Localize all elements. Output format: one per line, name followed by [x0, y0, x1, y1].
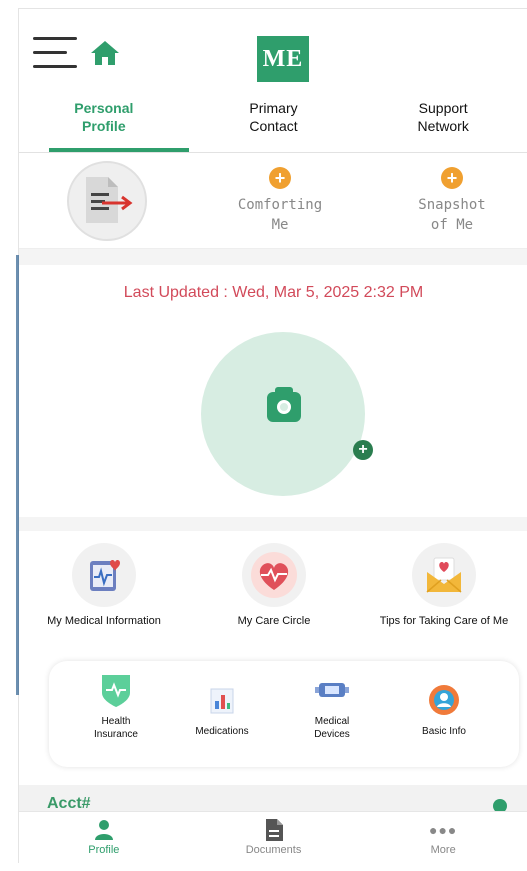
- medical-clipboard-icon: [72, 543, 136, 607]
- tab-label-line1: Personal: [74, 100, 134, 116]
- info-label: Tips for Taking Care of Me: [379, 615, 509, 627]
- plus-icon: +: [441, 167, 463, 189]
- card-label-line2: Insurance: [94, 729, 138, 740]
- camera-icon: [267, 387, 301, 422]
- info-label: My Medical Information: [47, 615, 161, 627]
- side-accent-line: [16, 255, 19, 695]
- person-icon: [19, 818, 189, 842]
- top-bar: ME: [19, 9, 527, 94]
- tab-support-network[interactable]: Support Network: [358, 97, 527, 152]
- medical-devices-button[interactable]: Medical Devices: [277, 671, 387, 741]
- subtab-label-line2: Me: [271, 217, 289, 233]
- app-logo: ME: [257, 36, 309, 82]
- subtab-snapshot-of-me[interactable]: + Snapshot of Me: [387, 161, 517, 235]
- tab-label-line1: Support: [418, 100, 468, 116]
- subtab-label-line2: of Me: [430, 217, 474, 233]
- nav-label: More: [430, 844, 456, 856]
- profile-photo[interactable]: +: [201, 332, 373, 496]
- card-label-line1: Medical: [314, 716, 350, 727]
- section-divider: [19, 249, 527, 265]
- heart-circle-icon: [242, 543, 306, 607]
- home-icon[interactable]: [89, 39, 121, 67]
- app-screen: ME Personal Profile Primary Contact Supp…: [18, 8, 527, 863]
- tab-label-line2: Network: [417, 118, 469, 134]
- envelope-heart-icon: [412, 543, 476, 607]
- profile-tabs: Personal Profile Primary Contact Support…: [19, 97, 527, 153]
- quick-links-card: Health Insurance Medications Medical Dev…: [49, 661, 519, 767]
- subtab-row: + Comforting Me + Snapshot of Me: [19, 155, 527, 249]
- document-export-icon: [86, 177, 133, 223]
- tab-label-line2: Profile: [82, 118, 126, 134]
- bottom-nav: Profile Documents ●●● More: [19, 811, 527, 863]
- medications-button[interactable]: Medications: [167, 681, 277, 738]
- shield-pulse-icon: [97, 671, 135, 709]
- more-dots-icon: ●●●: [428, 822, 458, 838]
- nav-label: Profile: [88, 844, 120, 856]
- document-export-button[interactable]: [67, 161, 147, 241]
- tab-label-line1: Primary: [249, 100, 298, 116]
- subtab-label-line1: Comforting: [237, 197, 323, 213]
- nav-documents[interactable]: Documents: [189, 812, 359, 863]
- medications-icon: [203, 681, 241, 719]
- health-insurance-button[interactable]: Health Insurance: [61, 671, 171, 741]
- plus-icon: +: [269, 167, 291, 189]
- subtab-label-line1: Snapshot: [418, 197, 486, 213]
- add-photo-icon[interactable]: +: [353, 440, 373, 460]
- card-label-line1: Medications: [195, 726, 249, 737]
- medical-device-icon: [313, 671, 351, 709]
- card-label-line1: Health: [101, 716, 131, 727]
- nav-label: Documents: [245, 844, 302, 856]
- subtab-comforting-me[interactable]: + Comforting Me: [215, 161, 345, 235]
- nav-more[interactable]: ●●● More: [358, 812, 527, 863]
- info-shortcuts: My Medical Information My Care Circle Ti…: [19, 537, 527, 627]
- id-card-icon: [425, 681, 463, 719]
- basic-info-button[interactable]: Basic Info: [389, 681, 499, 738]
- tab-primary-contact[interactable]: Primary Contact: [189, 97, 359, 152]
- document-icon: [189, 818, 359, 842]
- last-updated-text: Last Updated : Wed, Mar 5, 2025 2:32 PM: [123, 284, 424, 301]
- card-label-line2: Devices: [314, 729, 350, 740]
- section-divider: [19, 517, 527, 531]
- menu-icon[interactable]: [33, 37, 79, 71]
- tab-personal-profile[interactable]: Personal Profile: [19, 97, 189, 152]
- card-label-line1: Basic Info: [422, 726, 466, 737]
- nav-profile[interactable]: Profile: [19, 812, 189, 863]
- info-label: My Care Circle: [237, 615, 311, 627]
- my-care-circle-button[interactable]: My Care Circle: [189, 537, 359, 627]
- tips-taking-care-button[interactable]: Tips for Taking Care of Me: [359, 537, 527, 627]
- my-medical-information-button[interactable]: My Medical Information: [19, 537, 189, 627]
- tab-label-line2: Contact: [249, 118, 298, 134]
